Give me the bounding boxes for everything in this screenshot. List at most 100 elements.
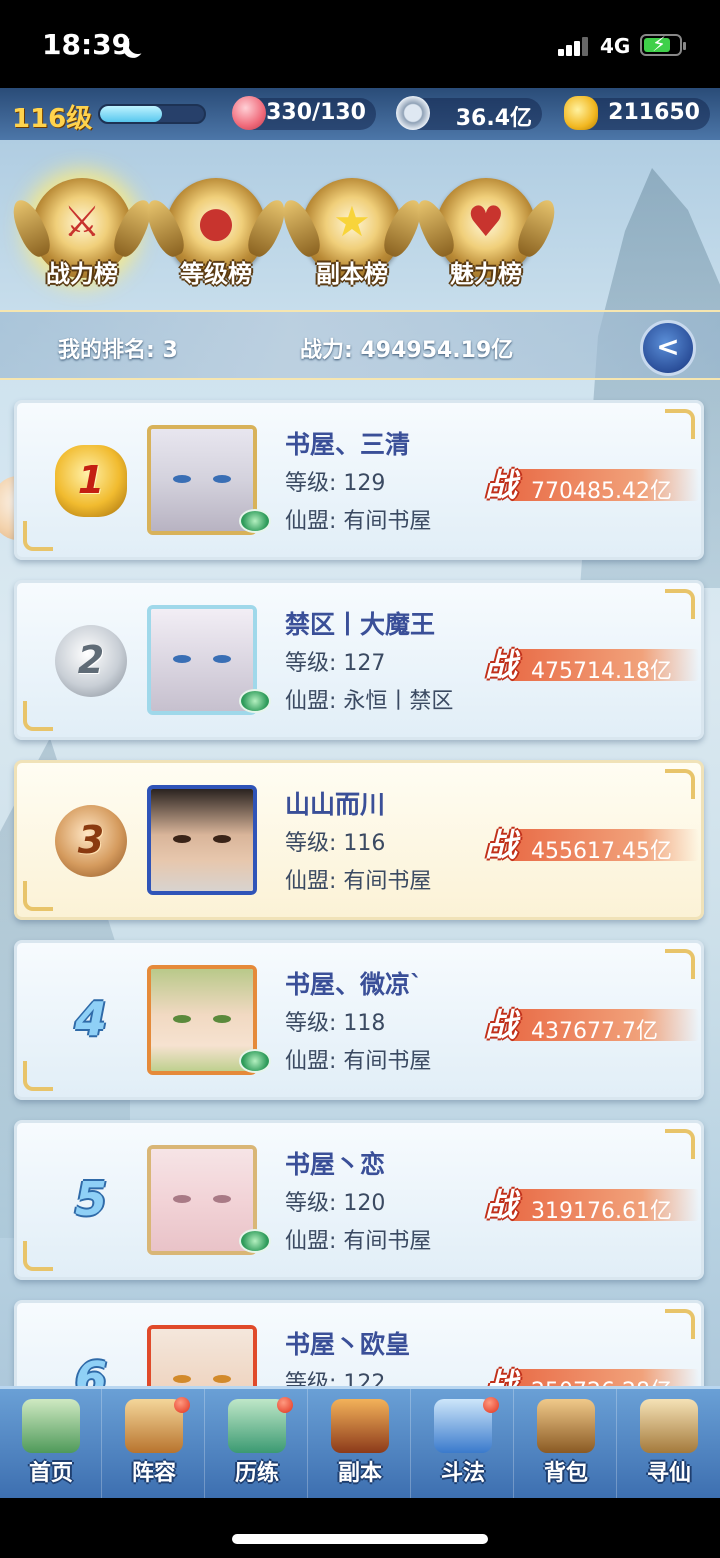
title-badge-icon: [239, 689, 271, 713]
player-name: 书屋、三清: [285, 430, 411, 459]
battle-power-icon: 战: [484, 466, 517, 504]
player-guild: 仙盟: 有间书屋: [285, 1229, 432, 1254]
tab-label: 等级榜: [180, 260, 252, 288]
home-indicator[interactable]: [232, 1534, 488, 1544]
network-type: 4G: [600, 34, 631, 58]
ranking-row[interactable]: 4 书屋、微凉` 等级: 118 仙盟: 有间书屋 战 437677.7亿: [14, 940, 704, 1100]
nav-label: 首页: [28, 1461, 73, 1486]
title-badge-icon: [239, 509, 271, 533]
player-guild: 仙盟: 有间书屋: [285, 509, 432, 534]
gold-ingot-icon: [564, 96, 598, 130]
ranking-tabs: ⚔ 战力榜 ● 等级榜 ★ 副本榜 ♥ 魅力榜: [0, 150, 720, 300]
ranking-row[interactable]: 5 书屋丶恋 等级: 120 仙盟: 有间书屋 战 319176.61亿: [14, 1120, 704, 1280]
gold-value: 211650: [608, 100, 700, 125]
power-number: 437677.7亿: [531, 1019, 658, 1044]
player-level: 116级: [12, 104, 93, 134]
nav-label: 历练: [234, 1461, 279, 1486]
nav-label: 阵容: [131, 1461, 176, 1486]
player-name: 禁区丨大魔王: [285, 610, 436, 639]
tab-level-ranking[interactable]: ● 等级榜: [154, 172, 278, 296]
nav-label: 寻仙: [646, 1461, 691, 1486]
my-power-text: 战力: 494954.19亿: [300, 338, 514, 363]
player-guild: 仙盟: 永恒丨禁区: [285, 689, 454, 714]
battle-power-icon: 战: [484, 1186, 517, 1224]
tab-label: 战力榜: [46, 260, 118, 288]
player-name: 书屋、微凉`: [285, 970, 423, 999]
gold-counter[interactable]: 211650: [564, 96, 710, 130]
player-level-text: 等级: 127: [285, 651, 386, 676]
silver-coin-icon: [396, 96, 430, 130]
power-value: 战 475714.18亿: [479, 643, 699, 685]
bag-icon: [537, 1399, 595, 1453]
player-name: 山山而川: [285, 790, 386, 819]
battery-charging-icon: ⚡: [640, 32, 686, 56]
power-value: 战 319176.61亿: [479, 1183, 699, 1225]
nav-dungeon[interactable]: 副本: [309, 1389, 411, 1498]
player-name: 书屋丶恋: [285, 1150, 386, 1179]
battle-power-icon: 战: [484, 1006, 517, 1044]
nav-seek-immortal[interactable]: 寻仙: [618, 1389, 720, 1498]
nav-battle[interactable]: 斗法: [412, 1389, 514, 1498]
ranking-list[interactable]: 1 书屋、三清 等级: 129 仙盟: 有间书屋 战 770485.42亿 2 禁…: [0, 388, 720, 1460]
status-time: 18:39: [42, 28, 132, 61]
bronze-medal-icon: 3: [55, 805, 127, 877]
power-value: 战 437677.7亿: [479, 1003, 699, 1045]
game-screen: 116级 330/130 36.4亿 211650 ⚔ 战力榜 ● 等级榜 ★: [0, 88, 720, 1498]
ranking-row[interactable]: 2 禁区丨大魔王 等级: 127 仙盟: 永恒丨禁区 战 475714.18亿: [14, 580, 704, 740]
ranking-row-self[interactable]: 3 山山而川 等级: 116 仙盟: 有间书屋 战 455617.45亿: [14, 760, 704, 920]
signal-icon: [558, 36, 590, 56]
player-level-text: 等级: 118: [285, 1011, 386, 1036]
bottom-navigation: 首页 阵容 历练 副本 斗法 背包 寻仙: [0, 1386, 720, 1498]
nav-lineup[interactable]: 阵容: [103, 1389, 205, 1498]
scroll-icon: [640, 1399, 698, 1453]
battle-power-icon: 战: [484, 646, 517, 684]
nav-home[interactable]: 首页: [0, 1389, 102, 1498]
player-guild: 仙盟: 有间书屋: [285, 1049, 432, 1074]
rank-number: 5: [74, 1172, 107, 1226]
player-guild: 仙盟: 有间书屋: [285, 869, 432, 894]
back-arrow-icon: <: [656, 330, 680, 363]
power-value: 战 455617.45亿: [479, 823, 699, 865]
temple-gate-icon: [331, 1399, 389, 1453]
tab-dungeon-ranking[interactable]: ★ 副本榜: [290, 172, 414, 296]
nav-label: 背包: [543, 1461, 588, 1486]
notification-dot: [483, 1397, 499, 1413]
power-number: 770485.42亿: [531, 479, 672, 504]
stamina-value: 330/130: [266, 100, 366, 125]
my-rank-text: 我的排名: 3: [58, 338, 178, 363]
xp-progress-fill: [100, 106, 163, 122]
tab-power-ranking[interactable]: ⚔ 战力榜: [20, 172, 144, 296]
player-level-text: 等级: 120: [285, 1191, 386, 1216]
battle-power-icon: 战: [484, 826, 517, 864]
title-badge-icon: [239, 1229, 271, 1253]
rank-number: 4: [74, 992, 107, 1046]
notification-dot: [174, 1397, 190, 1413]
silver-value: 36.4亿: [455, 106, 532, 131]
resource-bar: 116级 330/130 36.4亿 211650: [0, 88, 720, 140]
peach-icon: [232, 96, 266, 130]
power-value: 战 770485.42亿: [479, 463, 699, 505]
xp-progress-bar: [98, 104, 206, 124]
home-indicator-area: [0, 1498, 720, 1558]
power-number: 475714.18亿: [531, 659, 672, 684]
my-rank-bar: 我的排名: 3 战力: 494954.19亿 <: [0, 310, 720, 380]
silver-counter[interactable]: 36.4亿: [396, 96, 542, 131]
tab-label: 魅力榜: [450, 260, 522, 288]
player-level-text: 等级: 129: [285, 471, 386, 496]
tab-label: 副本榜: [316, 260, 388, 288]
nav-bag[interactable]: 背包: [515, 1389, 617, 1498]
title-badge-icon: [239, 1049, 271, 1073]
nav-label: 斗法: [440, 1461, 485, 1486]
nav-training[interactable]: 历练: [206, 1389, 308, 1498]
nav-label: 副本: [337, 1461, 382, 1486]
gold-medal-icon: 1: [55, 445, 127, 517]
back-button[interactable]: <: [640, 320, 696, 376]
stamina-counter[interactable]: 330/130: [232, 96, 376, 130]
ranking-row[interactable]: 1 书屋、三清 等级: 129 仙盟: 有间书屋 战 770485.42亿: [14, 400, 704, 560]
player-level-text: 等级: 116: [285, 831, 386, 856]
power-number: 455617.45亿: [531, 839, 672, 864]
status-bar: 18:39 4G ⚡: [0, 0, 720, 88]
tab-charm-ranking[interactable]: ♥ 魅力榜: [424, 172, 548, 296]
home-island-icon: [22, 1399, 80, 1453]
avatar[interactable]: [147, 785, 257, 895]
